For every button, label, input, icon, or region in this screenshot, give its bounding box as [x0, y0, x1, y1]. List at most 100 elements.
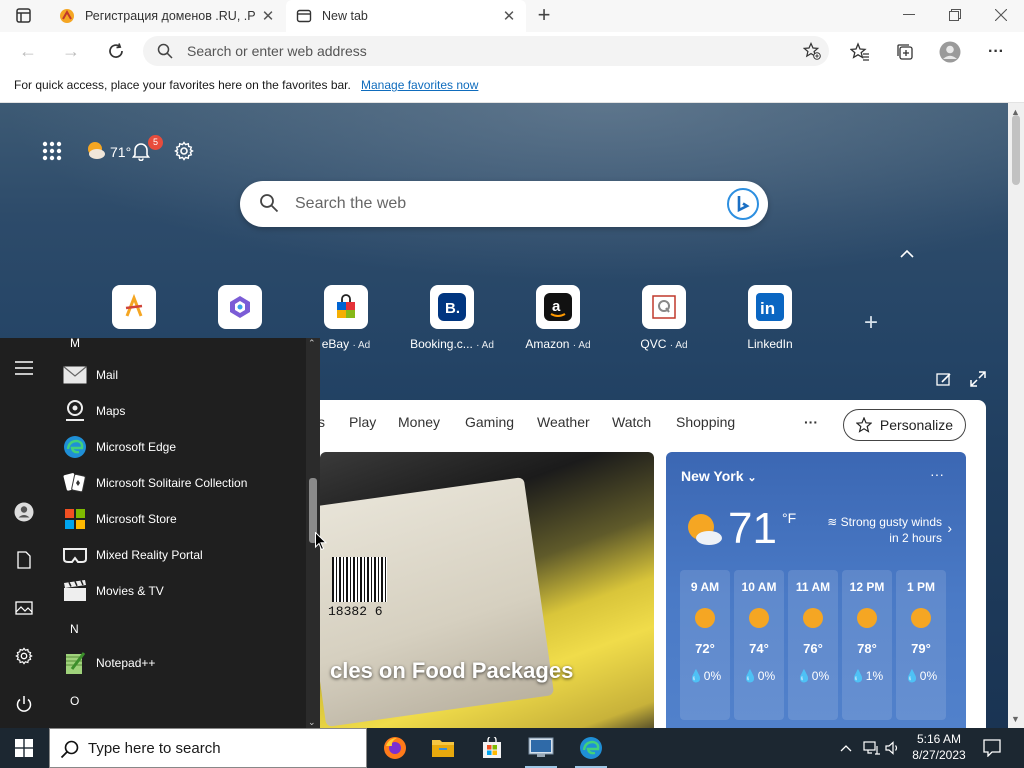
- feed-tab-watch[interactable]: Watch: [612, 414, 651, 430]
- settings-more-icon[interactable]: ···: [985, 41, 1007, 63]
- address-input[interactable]: Search or enter web address: [143, 36, 829, 66]
- notification-center-icon[interactable]: [980, 728, 1004, 768]
- feed-more-icon[interactable]: ···: [804, 414, 818, 430]
- news-article-card[interactable]: 18382 6 cles on Food Packages: [320, 452, 654, 728]
- app-microsoft-edge[interactable]: Microsoft Edge: [62, 431, 176, 463]
- show-hidden-icons-chevron-icon[interactable]: [838, 728, 854, 768]
- droplet-icon: 💧: [742, 669, 758, 683]
- close-window-button[interactable]: [978, 0, 1024, 30]
- quick-link-linkedin[interactable]: in LinkedIn: [720, 285, 820, 351]
- letter-header-m[interactable]: M: [70, 338, 80, 350]
- store-icon: [62, 506, 88, 532]
- hamburger-menu-icon[interactable]: [14, 358, 34, 378]
- documents-icon[interactable]: [14, 550, 34, 570]
- app-mail[interactable]: Mail: [62, 359, 118, 391]
- web-search-box[interactable]: Search the web: [240, 181, 768, 227]
- linkedin-logo-icon: in: [748, 285, 792, 329]
- scroll-down-icon[interactable]: ⌄: [308, 717, 316, 728]
- back-button[interactable]: ←: [14, 37, 42, 65]
- taskbar-search-input[interactable]: Type here to search: [49, 728, 367, 768]
- scrollbar-thumb[interactable]: [1012, 115, 1020, 185]
- chevron-right-icon[interactable]: ›: [947, 520, 952, 536]
- page-scrollbar[interactable]: ▲ ▼: [1008, 103, 1024, 728]
- app-mixed-reality-portal[interactable]: Mixed Reality Portal: [62, 539, 203, 571]
- close-tab-icon[interactable]: ✕: [496, 3, 522, 29]
- scroll-down-icon[interactable]: ▼: [1011, 714, 1020, 724]
- weather-location[interactable]: New York ⌄: [681, 468, 757, 484]
- hour-forecast: 12 PM 78° 💧1%: [842, 570, 892, 720]
- profile-avatar-icon[interactable]: [939, 41, 961, 63]
- sun-icon: [695, 608, 715, 628]
- tab-actions-icon[interactable]: [8, 6, 38, 26]
- svg-text:B.: B.: [445, 300, 460, 317]
- quick-link-qvc[interactable]: QVC · Ad: [614, 285, 714, 351]
- mail-icon: [62, 362, 88, 388]
- tab-new-tab[interactable]: New tab ✕: [286, 0, 526, 32]
- manage-favorites-link[interactable]: Manage favorites now: [361, 78, 478, 92]
- add-quick-link-icon[interactable]: +: [864, 309, 878, 337]
- network-icon[interactable]: [862, 728, 882, 768]
- volume-icon[interactable]: [884, 728, 902, 768]
- app-microsoft-store[interactable]: Microsoft Store: [62, 503, 177, 535]
- refresh-button[interactable]: [102, 37, 130, 65]
- new-tab-favicon-icon: [296, 8, 312, 24]
- store-icon[interactable]: [476, 732, 508, 764]
- notepad-plus-plus-icon: [62, 650, 88, 676]
- taskbar-clock[interactable]: 5:16 AM 8/27/2023: [903, 731, 975, 763]
- collapse-chevron-icon[interactable]: [900, 245, 914, 261]
- power-icon[interactable]: [14, 694, 34, 714]
- letter-header-o[interactable]: O: [70, 694, 79, 708]
- weather-more-icon[interactable]: ···: [930, 466, 944, 482]
- pictures-icon[interactable]: [14, 598, 34, 618]
- user-account-icon[interactable]: [14, 502, 34, 522]
- weather-card[interactable]: New York ⌄ ··· 71 °F ≋ Strong gusty wind…: [666, 452, 966, 728]
- expand-icon[interactable]: [970, 371, 986, 392]
- scroll-up-icon[interactable]: ⌃: [308, 338, 316, 349]
- bing-chat-icon[interactable]: [727, 188, 759, 220]
- app-movies-tv[interactable]: Movies & TV: [62, 575, 164, 607]
- edit-background-icon[interactable]: [936, 371, 952, 392]
- add-favorite-icon[interactable]: [802, 42, 821, 65]
- remote-desktop-icon[interactable]: [525, 732, 557, 768]
- tab-domain-registration[interactable]: Регистрация доменов .RU, .РФ ✕: [47, 0, 285, 32]
- edge-icon[interactable]: [575, 732, 607, 768]
- quick-link-amazon[interactable]: a Amazon · Ad: [508, 285, 608, 351]
- quick-link-copilot[interactable]: [190, 285, 290, 337]
- forward-button[interactable]: →: [57, 37, 85, 65]
- chevron-down-icon: ⌄: [747, 472, 757, 484]
- close-tab-icon[interactable]: ✕: [255, 3, 281, 29]
- feed-tab-weather[interactable]: Weather: [537, 414, 590, 430]
- page-settings-gear-icon[interactable]: [172, 139, 196, 163]
- collections-icon[interactable]: [894, 41, 916, 63]
- favorites-icon[interactable]: [849, 41, 871, 63]
- personalize-button[interactable]: Personalize: [843, 409, 966, 441]
- app-launcher-icon[interactable]: [40, 139, 64, 163]
- feed-tab-play[interactable]: Play: [349, 414, 376, 430]
- start-menu: M Mail Maps Microsoft Edge Microsoft Sol…: [0, 338, 320, 728]
- minimize-button[interactable]: [886, 0, 932, 30]
- new-tab-button[interactable]: +: [531, 4, 557, 28]
- app-notepad-plus-plus[interactable]: Notepad++: [62, 647, 155, 679]
- vr-headset-icon: [62, 542, 88, 568]
- feed-tab-gaming[interactable]: Gaming: [465, 414, 514, 430]
- quick-link-domain-site[interactable]: [84, 285, 184, 337]
- firefox-icon[interactable]: [379, 732, 411, 764]
- quick-link-label: Amazon: [525, 337, 570, 351]
- favorites-bar-message: For quick access, place your favorites h…: [14, 78, 351, 92]
- app-maps[interactable]: Maps: [62, 395, 125, 427]
- weather-widget[interactable]: 71°: [85, 139, 131, 164]
- quick-link-booking[interactable]: B. Booking.c... · Ad: [402, 285, 502, 351]
- clock-date: 8/27/2023: [912, 748, 966, 762]
- file-explorer-icon[interactable]: [427, 732, 459, 764]
- weather-current-temp: 71: [728, 504, 777, 553]
- letter-header-n[interactable]: N: [70, 622, 79, 636]
- start-button[interactable]: [0, 728, 48, 768]
- news-headline[interactable]: cles on Food Packages: [330, 658, 573, 684]
- weather-unit: °F: [782, 510, 797, 526]
- feed-tab-shopping[interactable]: Shopping: [676, 414, 735, 430]
- app-list: M Mail Maps Microsoft Edge Microsoft Sol…: [48, 338, 306, 728]
- restore-button[interactable]: [932, 0, 978, 30]
- settings-gear-icon[interactable]: [14, 646, 34, 666]
- feed-tab-money[interactable]: Money: [398, 414, 440, 430]
- app-solitaire[interactable]: Microsoft Solitaire Collection: [62, 467, 247, 499]
